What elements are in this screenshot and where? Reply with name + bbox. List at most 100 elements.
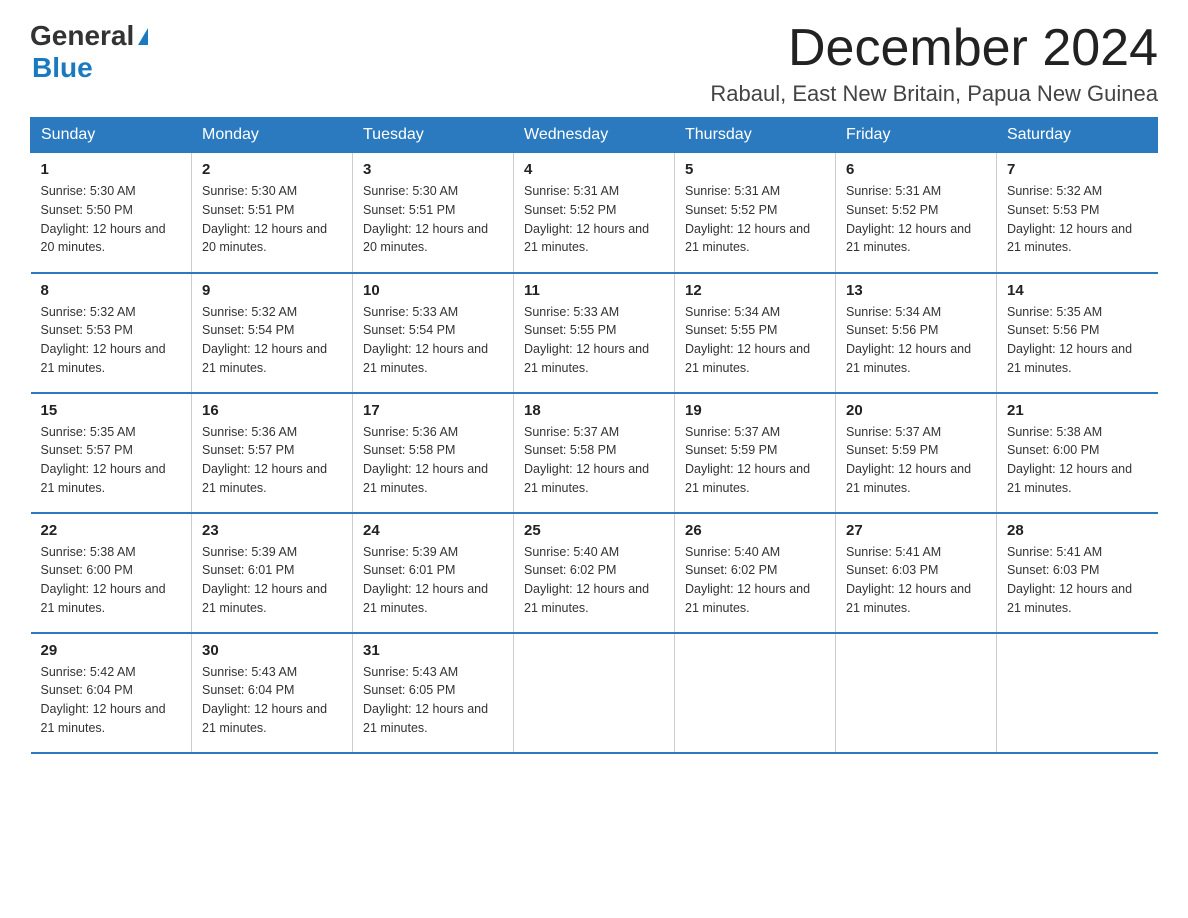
day-info: Sunrise: 5:39 AMSunset: 6:01 PMDaylight:… — [363, 543, 503, 618]
calendar-cell: 27 Sunrise: 5:41 AMSunset: 6:03 PMDaylig… — [836, 513, 997, 633]
calendar-week-row: 1 Sunrise: 5:30 AMSunset: 5:50 PMDayligh… — [31, 153, 1158, 273]
logo-triangle-icon — [138, 28, 148, 45]
day-number: 25 — [524, 522, 664, 539]
day-info: Sunrise: 5:31 AMSunset: 5:52 PMDaylight:… — [524, 182, 664, 257]
calendar-cell: 20 Sunrise: 5:37 AMSunset: 5:59 PMDaylig… — [836, 393, 997, 513]
day-info: Sunrise: 5:31 AMSunset: 5:52 PMDaylight:… — [846, 182, 986, 257]
day-number: 6 — [846, 161, 986, 178]
day-number: 14 — [1007, 282, 1148, 299]
day-number: 1 — [41, 161, 182, 178]
day-info: Sunrise: 5:37 AMSunset: 5:59 PMDaylight:… — [846, 423, 986, 498]
header: General Blue December 2024 Rabaul, East … — [30, 20, 1158, 107]
logo: General Blue — [30, 20, 148, 84]
day-info: Sunrise: 5:35 AMSunset: 5:57 PMDaylight:… — [41, 423, 182, 498]
day-info: Sunrise: 5:38 AMSunset: 6:00 PMDaylight:… — [1007, 423, 1148, 498]
calendar-week-row: 15 Sunrise: 5:35 AMSunset: 5:57 PMDaylig… — [31, 393, 1158, 513]
day-number: 18 — [524, 402, 664, 419]
day-info: Sunrise: 5:34 AMSunset: 5:56 PMDaylight:… — [846, 303, 986, 378]
header-saturday: Saturday — [997, 118, 1158, 153]
logo-general-text: General — [30, 20, 134, 52]
day-info: Sunrise: 5:37 AMSunset: 5:59 PMDaylight:… — [685, 423, 825, 498]
calendar-cell: 12 Sunrise: 5:34 AMSunset: 5:55 PMDaylig… — [675, 273, 836, 393]
day-number: 16 — [202, 402, 342, 419]
day-info: Sunrise: 5:32 AMSunset: 5:54 PMDaylight:… — [202, 303, 342, 378]
day-info: Sunrise: 5:37 AMSunset: 5:58 PMDaylight:… — [524, 423, 664, 498]
calendar-cell: 25 Sunrise: 5:40 AMSunset: 6:02 PMDaylig… — [514, 513, 675, 633]
day-info: Sunrise: 5:36 AMSunset: 5:57 PMDaylight:… — [202, 423, 342, 498]
calendar-cell: 30 Sunrise: 5:43 AMSunset: 6:04 PMDaylig… — [192, 633, 353, 753]
calendar-cell — [675, 633, 836, 753]
day-number: 23 — [202, 522, 342, 539]
calendar-cell: 4 Sunrise: 5:31 AMSunset: 5:52 PMDayligh… — [514, 153, 675, 273]
calendar-cell — [997, 633, 1158, 753]
calendar-cell: 17 Sunrise: 5:36 AMSunset: 5:58 PMDaylig… — [353, 393, 514, 513]
calendar-cell: 5 Sunrise: 5:31 AMSunset: 5:52 PMDayligh… — [675, 153, 836, 273]
month-year-title: December 2024 — [710, 20, 1158, 77]
day-number: 26 — [685, 522, 825, 539]
day-number: 7 — [1007, 161, 1148, 178]
title-section: December 2024 Rabaul, East New Britain, … — [710, 20, 1158, 107]
day-number: 21 — [1007, 402, 1148, 419]
calendar-table: Sunday Monday Tuesday Wednesday Thursday… — [30, 117, 1158, 754]
calendar-cell — [514, 633, 675, 753]
day-number: 8 — [41, 282, 182, 299]
calendar-cell: 23 Sunrise: 5:39 AMSunset: 6:01 PMDaylig… — [192, 513, 353, 633]
day-info: Sunrise: 5:38 AMSunset: 6:00 PMDaylight:… — [41, 543, 182, 618]
header-friday: Friday — [836, 118, 997, 153]
day-number: 17 — [363, 402, 503, 419]
day-info: Sunrise: 5:30 AMSunset: 5:51 PMDaylight:… — [363, 182, 503, 257]
calendar-cell: 11 Sunrise: 5:33 AMSunset: 5:55 PMDaylig… — [514, 273, 675, 393]
day-number: 10 — [363, 282, 503, 299]
calendar-cell: 28 Sunrise: 5:41 AMSunset: 6:03 PMDaylig… — [997, 513, 1158, 633]
day-info: Sunrise: 5:33 AMSunset: 5:55 PMDaylight:… — [524, 303, 664, 378]
day-info: Sunrise: 5:31 AMSunset: 5:52 PMDaylight:… — [685, 182, 825, 257]
calendar-cell: 19 Sunrise: 5:37 AMSunset: 5:59 PMDaylig… — [675, 393, 836, 513]
day-info: Sunrise: 5:33 AMSunset: 5:54 PMDaylight:… — [363, 303, 503, 378]
day-number: 22 — [41, 522, 182, 539]
day-number: 19 — [685, 402, 825, 419]
calendar-week-row: 8 Sunrise: 5:32 AMSunset: 5:53 PMDayligh… — [31, 273, 1158, 393]
calendar-cell: 18 Sunrise: 5:37 AMSunset: 5:58 PMDaylig… — [514, 393, 675, 513]
day-number: 30 — [202, 642, 342, 659]
header-thursday: Thursday — [675, 118, 836, 153]
weekday-header-row: Sunday Monday Tuesday Wednesday Thursday… — [31, 118, 1158, 153]
day-info: Sunrise: 5:34 AMSunset: 5:55 PMDaylight:… — [685, 303, 825, 378]
calendar-cell: 26 Sunrise: 5:40 AMSunset: 6:02 PMDaylig… — [675, 513, 836, 633]
day-info: Sunrise: 5:35 AMSunset: 5:56 PMDaylight:… — [1007, 303, 1148, 378]
day-number: 3 — [363, 161, 503, 178]
day-info: Sunrise: 5:36 AMSunset: 5:58 PMDaylight:… — [363, 423, 503, 498]
header-wednesday: Wednesday — [514, 118, 675, 153]
calendar-week-row: 29 Sunrise: 5:42 AMSunset: 6:04 PMDaylig… — [31, 633, 1158, 753]
day-number: 5 — [685, 161, 825, 178]
calendar-cell: 13 Sunrise: 5:34 AMSunset: 5:56 PMDaylig… — [836, 273, 997, 393]
day-info: Sunrise: 5:39 AMSunset: 6:01 PMDaylight:… — [202, 543, 342, 618]
day-number: 9 — [202, 282, 342, 299]
calendar-cell: 2 Sunrise: 5:30 AMSunset: 5:51 PMDayligh… — [192, 153, 353, 273]
day-number: 31 — [363, 642, 503, 659]
calendar-cell: 15 Sunrise: 5:35 AMSunset: 5:57 PMDaylig… — [31, 393, 192, 513]
calendar-cell: 1 Sunrise: 5:30 AMSunset: 5:50 PMDayligh… — [31, 153, 192, 273]
day-info: Sunrise: 5:43 AMSunset: 6:05 PMDaylight:… — [363, 663, 503, 738]
logo-blue-text: Blue — [32, 52, 93, 84]
day-number: 28 — [1007, 522, 1148, 539]
calendar-cell: 14 Sunrise: 5:35 AMSunset: 5:56 PMDaylig… — [997, 273, 1158, 393]
day-info: Sunrise: 5:30 AMSunset: 5:50 PMDaylight:… — [41, 182, 182, 257]
day-number: 13 — [846, 282, 986, 299]
calendar-cell: 22 Sunrise: 5:38 AMSunset: 6:00 PMDaylig… — [31, 513, 192, 633]
day-info: Sunrise: 5:40 AMSunset: 6:02 PMDaylight:… — [685, 543, 825, 618]
calendar-cell: 3 Sunrise: 5:30 AMSunset: 5:51 PMDayligh… — [353, 153, 514, 273]
header-sunday: Sunday — [31, 118, 192, 153]
calendar-cell: 9 Sunrise: 5:32 AMSunset: 5:54 PMDayligh… — [192, 273, 353, 393]
day-number: 2 — [202, 161, 342, 178]
location-subtitle: Rabaul, East New Britain, Papua New Guin… — [710, 81, 1158, 107]
day-number: 24 — [363, 522, 503, 539]
calendar-cell: 6 Sunrise: 5:31 AMSunset: 5:52 PMDayligh… — [836, 153, 997, 273]
day-info: Sunrise: 5:42 AMSunset: 6:04 PMDaylight:… — [41, 663, 182, 738]
calendar-week-row: 22 Sunrise: 5:38 AMSunset: 6:00 PMDaylig… — [31, 513, 1158, 633]
day-info: Sunrise: 5:41 AMSunset: 6:03 PMDaylight:… — [846, 543, 986, 618]
day-number: 12 — [685, 282, 825, 299]
day-info: Sunrise: 5:40 AMSunset: 6:02 PMDaylight:… — [524, 543, 664, 618]
day-info: Sunrise: 5:32 AMSunset: 5:53 PMDaylight:… — [41, 303, 182, 378]
calendar-cell — [836, 633, 997, 753]
header-monday: Monday — [192, 118, 353, 153]
